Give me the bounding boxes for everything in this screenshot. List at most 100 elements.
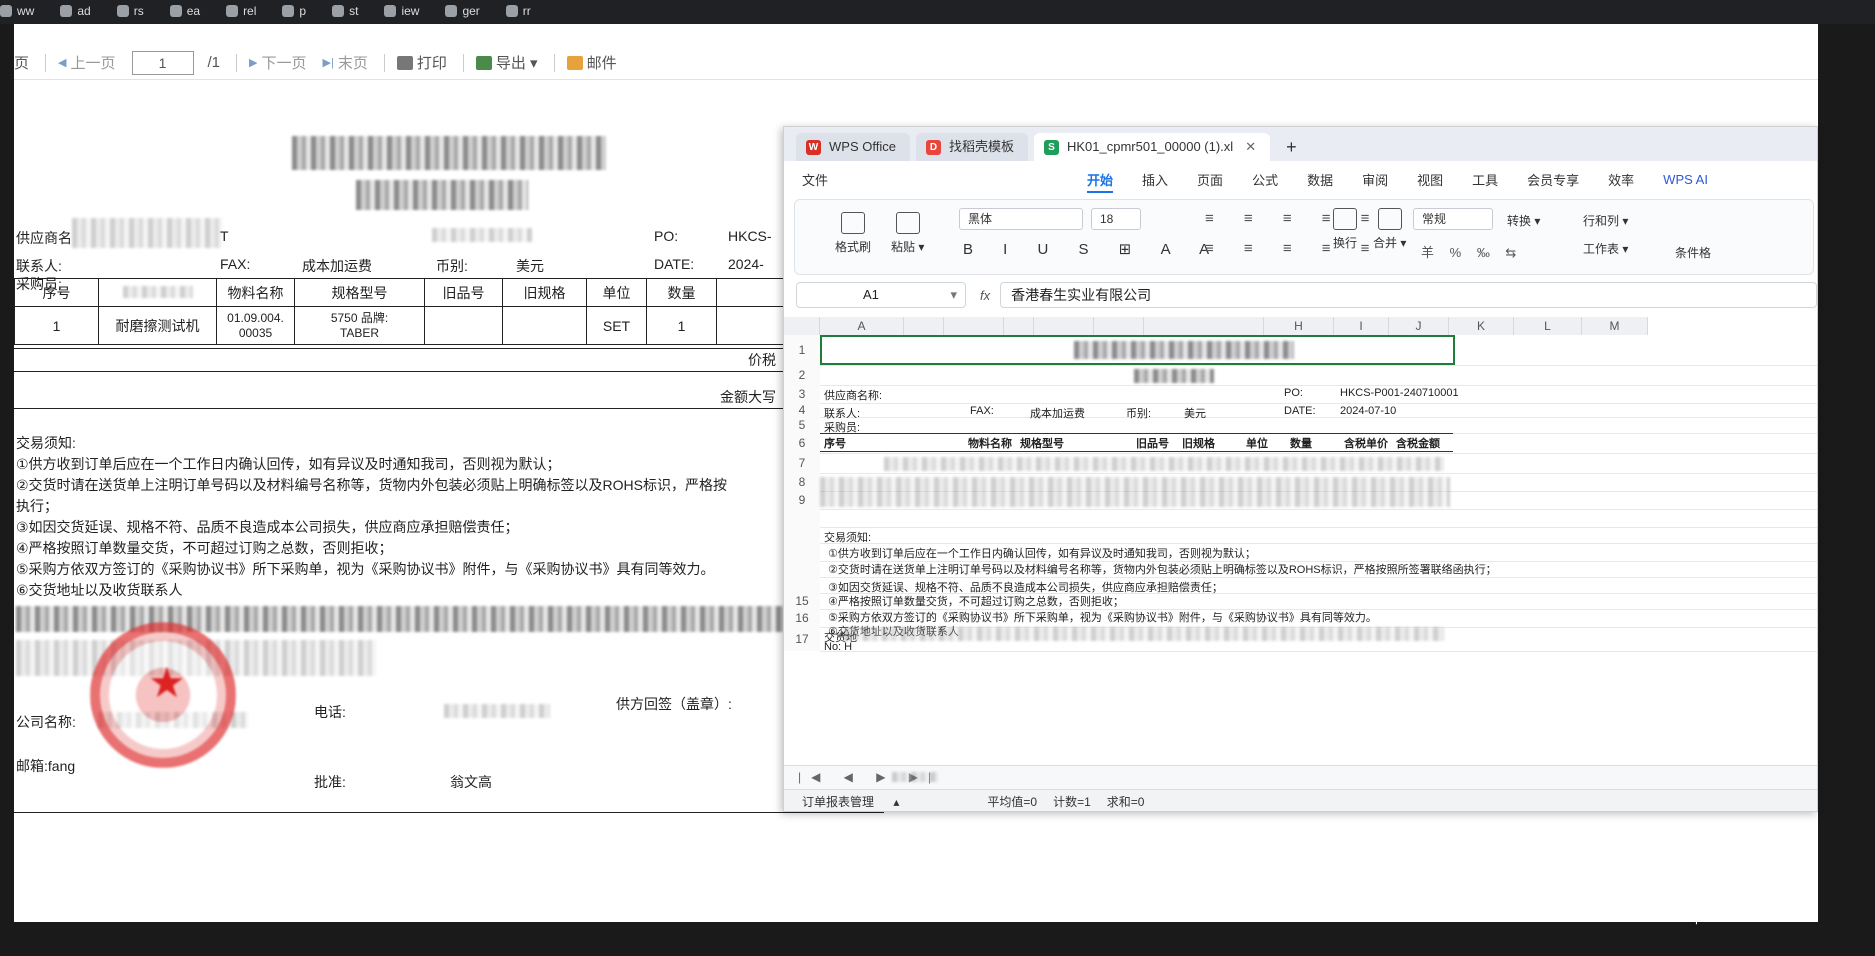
number-format-select[interactable]: 常规 [1413, 208, 1493, 230]
number-format-buttons[interactable]: 羊 % ‰ ⇆ [1421, 242, 1522, 261]
row-col-button[interactable]: 行和列 ▾ [1583, 212, 1628, 229]
bookmark-item[interactable]: ger [445, 4, 480, 18]
menu-member[interactable]: 会员专享 [1527, 170, 1579, 189]
menu-review[interactable]: 审阅 [1362, 170, 1388, 189]
sheet-manager-button[interactable]: 订单报表管理 ▴ [802, 793, 899, 810]
menu-home[interactable]: 开始 [1087, 170, 1114, 193]
column-header[interactable]: K [1449, 317, 1514, 335]
menu-insert[interactable]: 插入 [1142, 170, 1168, 189]
row-header[interactable] [784, 527, 820, 543]
sheet-tab-redacted[interactable] [892, 772, 938, 782]
tab-wps-office[interactable]: W WPS Office [796, 133, 910, 161]
row-header[interactable]: 6 [784, 433, 820, 453]
column-header[interactable] [1094, 317, 1144, 335]
cell-currency-value[interactable]: 美元 [1184, 405, 1206, 421]
tab-spreadsheet-file[interactable]: S HK01_cpmr501_00000 (1).xl ✕ [1033, 133, 1271, 161]
row-header[interactable]: 4 [784, 403, 820, 417]
name-box[interactable]: A1 ▾ [796, 282, 966, 308]
prev-page-button[interactable]: ◀ 上一页 [58, 52, 115, 73]
format-painter-button[interactable]: 格式刷 [835, 212, 871, 255]
page-number-input[interactable]: 1 [131, 50, 194, 75]
column-header[interactable] [944, 317, 1004, 335]
row-header[interactable]: 1 [784, 335, 820, 365]
first-page-button[interactable]: 页 [14, 52, 29, 73]
cell-header[interactable]: 旧品号 [1136, 435, 1169, 451]
row-header[interactable]: 2 [784, 365, 820, 385]
cell-fax-value[interactable]: 成本加运费 [1030, 405, 1085, 421]
cell-header[interactable]: 含税金额 [1396, 435, 1440, 451]
cell-term[interactable]: ④严格按照订单数量交货，不可超过订购之总数，否则拒收； [828, 593, 1124, 609]
bookmark-item[interactable]: ww [0, 4, 34, 18]
column-header[interactable]: J [1389, 317, 1449, 335]
bookmark-item[interactable]: rs [116, 4, 144, 18]
column-header[interactable] [1004, 317, 1034, 335]
cell-po-value[interactable]: HKCS-P001-240710001 [1340, 387, 1459, 399]
cell-header[interactable]: 单位 [1246, 435, 1268, 451]
cell-row17b[interactable]: No: H [824, 641, 852, 653]
row-header[interactable]: 7 [784, 453, 820, 473]
bookmark-item[interactable]: rel [226, 4, 256, 18]
cell-header[interactable]: 物料名称 [968, 435, 1012, 451]
menu-wps-ai[interactable]: WPS AI [1663, 172, 1708, 187]
export-button[interactable]: 导出 ▾ [475, 52, 538, 73]
column-header[interactable]: H [1264, 317, 1334, 335]
row-header[interactable]: 9 [784, 491, 820, 509]
cell-header[interactable]: 序号 [824, 435, 846, 451]
row-header[interactable]: 16 [784, 609, 820, 627]
bookmark-item[interactable]: rr [505, 4, 531, 18]
column-header[interactable] [1034, 317, 1094, 335]
row-header[interactable] [784, 509, 820, 527]
paste-button[interactable]: 粘贴 ▾ [891, 212, 924, 255]
cell-header[interactable]: 含税单价 [1344, 435, 1388, 451]
conditional-format-button[interactable]: 条件格 [1675, 244, 1711, 261]
column-header[interactable]: I [1334, 317, 1389, 335]
cell-date-value[interactable]: 2024-07-10 [1340, 405, 1396, 417]
row-header[interactable] [784, 577, 820, 593]
column-header[interactable]: L [1514, 317, 1582, 335]
cell-supplier[interactable]: 供应商名称: [824, 387, 882, 403]
column-header[interactable]: A [820, 317, 904, 335]
row-header[interactable]: 17 [784, 627, 820, 651]
font-style-buttons[interactable]: B I U S ⊞ A A [963, 240, 1222, 258]
column-header[interactable] [1144, 317, 1264, 335]
cell-terms-title[interactable]: 交易须知: [824, 529, 871, 545]
next-page-button[interactable]: ▶ 下一页 [249, 52, 306, 73]
row-header[interactable]: 3 [784, 385, 820, 403]
row-header[interactable]: 5 [784, 417, 820, 433]
bookmark-item[interactable]: st [332, 4, 358, 18]
row-header[interactable] [784, 543, 820, 561]
formula-input[interactable]: 香港春生实业有限公司 [1000, 282, 1817, 308]
row-header[interactable]: 8 [784, 473, 820, 491]
cell-header[interactable]: 规格型号 [1020, 435, 1064, 451]
menu-page[interactable]: 页面 [1197, 170, 1223, 189]
cell-fax[interactable]: FAX: [970, 405, 994, 417]
bookmark-item[interactable]: ea [169, 4, 200, 18]
merge-button[interactable]: 合并 ▾ [1373, 208, 1406, 251]
cell-date[interactable]: DATE: [1284, 405, 1316, 417]
menu-efficiency[interactable]: 效率 [1608, 170, 1634, 189]
row-header[interactable]: 15 [784, 593, 820, 609]
cell-currency[interactable]: 币别: [1126, 405, 1151, 421]
spreadsheet-grid[interactable]: A H I J K L M 1 2 3 4 5 6 7 8 9 15 16 17 供应商名称: PO: HKCS-P001… [784, 317, 1817, 765]
bookmark-item[interactable]: iew [384, 4, 419, 18]
ime-indicator[interactable]: 中 [1690, 911, 1703, 926]
menu-view[interactable]: 视图 [1417, 170, 1443, 189]
cell-term[interactable]: ②交货时请在送货单上注明订单号码以及材料编号名称等，货物内外包装必须贴上明确标签… [828, 561, 1497, 577]
convert-button[interactable]: 转换 ▾ [1507, 212, 1540, 229]
column-header[interactable]: M [1582, 317, 1648, 335]
corner-cell[interactable] [784, 317, 820, 335]
menu-tools[interactable]: 工具 [1472, 170, 1498, 189]
row-header[interactable] [784, 561, 820, 577]
menu-file[interactable]: 文件 [802, 170, 828, 189]
bookmark-item[interactable]: p [282, 4, 306, 18]
menu-data[interactable]: 数据 [1307, 170, 1333, 189]
close-icon[interactable]: ✕ [1245, 133, 1256, 161]
bookmark-item[interactable]: ad [60, 4, 91, 18]
new-tab-button[interactable]: + [1276, 133, 1311, 161]
fx-icon[interactable]: fx [980, 288, 990, 303]
font-family-select[interactable]: 黑体 [959, 208, 1083, 230]
cell-po-label[interactable]: PO: [1284, 387, 1303, 399]
tab-docer-templates[interactable]: D 找稻壳模板 [915, 133, 1028, 161]
last-page-button[interactable]: ▶| 末页 [323, 52, 368, 73]
wrap-text-button[interactable]: 换行 [1333, 208, 1357, 251]
